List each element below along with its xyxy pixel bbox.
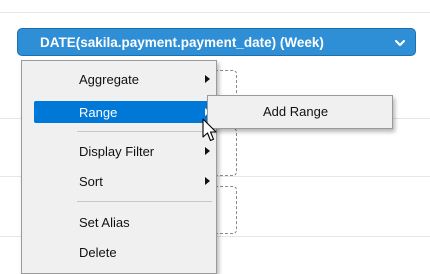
context-menu: Aggregate Range Display Filter Sort Set … — [21, 60, 217, 274]
chevron-down-icon[interactable] — [394, 38, 406, 48]
menu-separator — [77, 131, 212, 132]
field-pill[interactable]: DATE(sakila.payment.payment_date) (Week) — [17, 28, 416, 56]
range-submenu: Add Range — [207, 95, 393, 129]
submenu-item-add-range[interactable]: Add Range — [263, 104, 328, 119]
menu-item-label: Display Filter — [79, 143, 155, 159]
menu-item-aggregate[interactable]: Aggregate — [34, 68, 214, 90]
menu-item-label: Delete — [79, 244, 117, 260]
menu-separator — [77, 201, 212, 202]
menu-item-label: Range — [79, 104, 118, 120]
menu-item-display-filter[interactable]: Display Filter — [34, 140, 214, 162]
menu-item-set-alias[interactable]: Set Alias — [34, 211, 214, 233]
menu-item-delete[interactable]: Delete — [34, 241, 214, 263]
row-divider — [0, 12, 430, 13]
menu-item-label: Set Alias — [79, 214, 130, 230]
mouse-pointer-icon — [202, 118, 217, 142]
submenu-arrow-icon — [205, 75, 210, 83]
menu-item-range[interactable]: Range — [34, 101, 214, 123]
menu-item-sort[interactable]: Sort — [34, 170, 214, 192]
menu-item-label: Sort — [79, 173, 103, 189]
submenu-arrow-icon — [205, 147, 210, 155]
submenu-arrow-icon — [205, 177, 210, 185]
field-pill-label: DATE(sakila.payment.payment_date) (Week) — [40, 34, 324, 50]
menu-item-label: Aggregate — [79, 71, 139, 87]
